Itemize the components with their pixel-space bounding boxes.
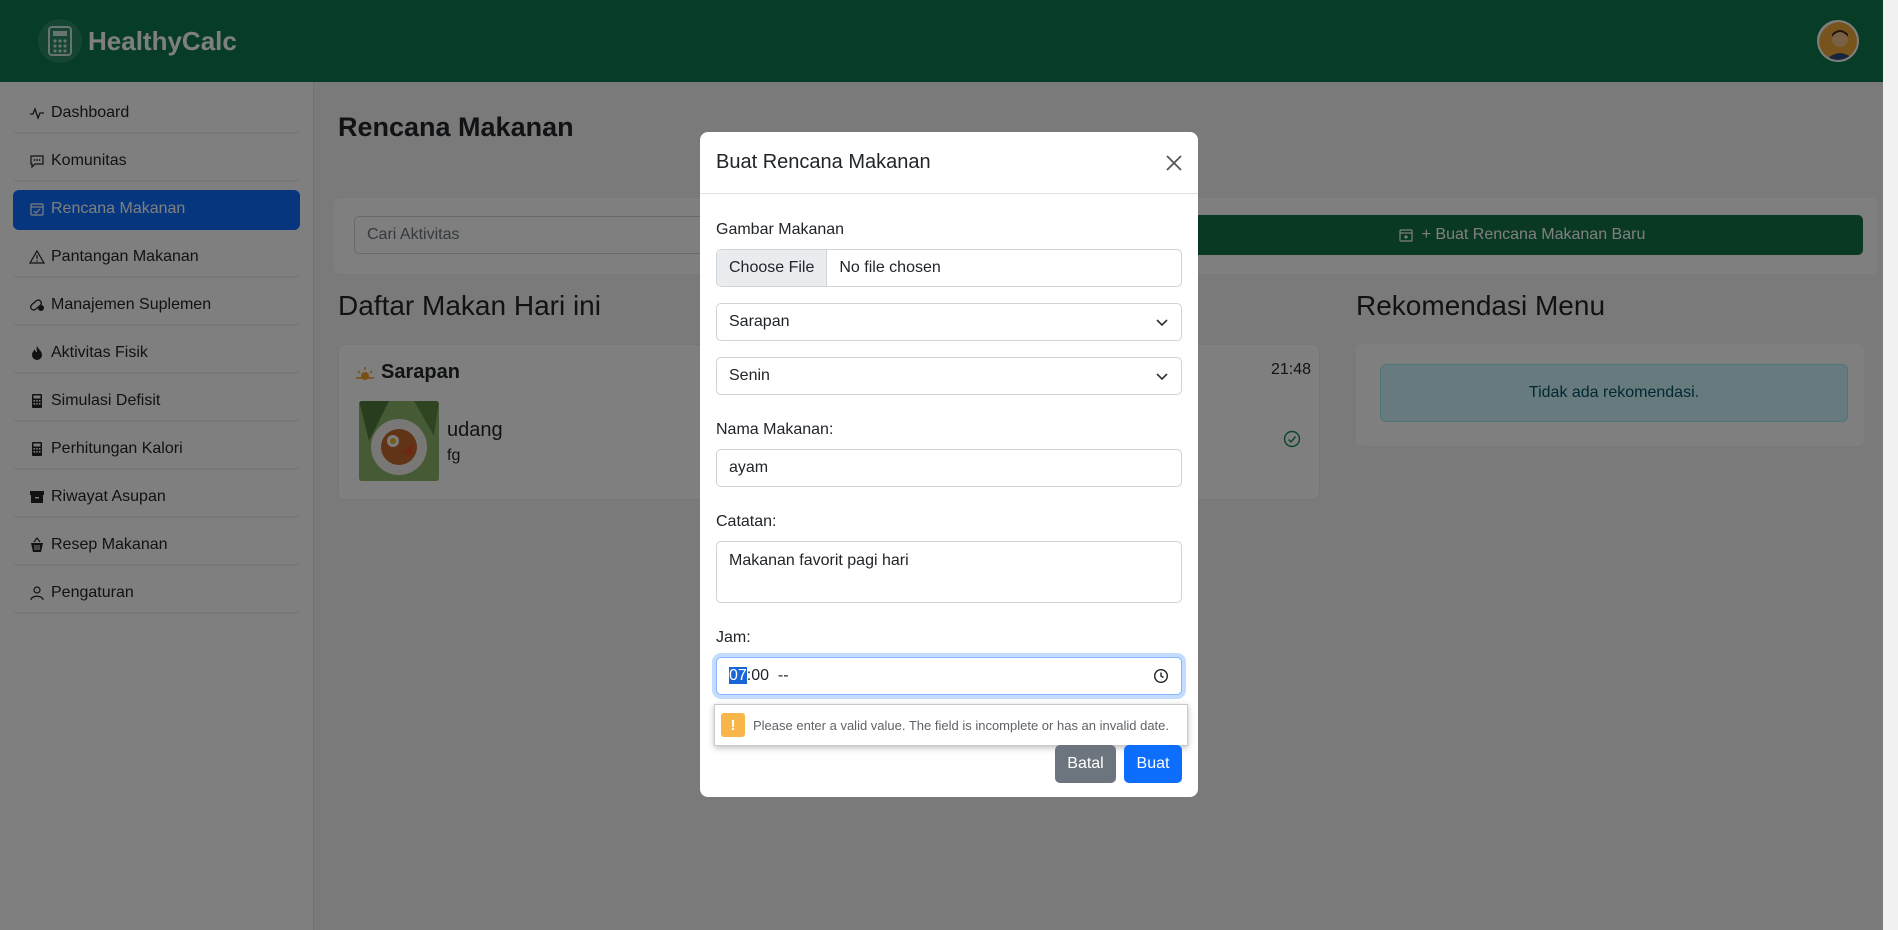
meal-type-select[interactable]: Sarapan	[716, 303, 1182, 341]
clock-icon[interactable]	[1153, 668, 1169, 684]
modal-header: Buat Rencana Makanan	[700, 132, 1198, 194]
image-label: Gambar Makanan	[716, 221, 845, 238]
image-file-input[interactable]: Choose File No file chosen	[716, 249, 1182, 287]
time-hour-segment[interactable]: 07	[729, 667, 747, 684]
create-meal-plan-modal: Buat Rencana Makanan Gambar Makanan Choo…	[700, 132, 1198, 797]
chevron-down-icon	[1156, 319, 1168, 327]
food-name-input[interactable]: ayam	[716, 449, 1182, 487]
close-icon[interactable]	[1162, 151, 1186, 175]
warning-icon: !	[721, 713, 745, 737]
food-name-label: Nama Makanan:	[716, 421, 834, 438]
file-status: No file chosen	[839, 259, 941, 276]
modal-title: Buat Rencana Makanan	[716, 151, 931, 173]
time-value: 07:00 --	[729, 667, 789, 685]
cancel-button[interactable]: Batal	[1055, 745, 1116, 783]
validation-tooltip: ! Please enter a valid value. The field …	[714, 704, 1188, 746]
time-input[interactable]: 07:00 --	[716, 657, 1182, 695]
choose-file-button[interactable]: Choose File	[717, 250, 828, 286]
validation-message: Please enter a valid value. The field is…	[753, 717, 1170, 733]
page-scrollbar[interactable]	[1883, 0, 1898, 930]
time-label: Jam:	[716, 629, 751, 646]
create-button[interactable]: Buat	[1124, 745, 1182, 783]
chevron-down-icon	[1156, 373, 1168, 381]
meal-type-value: Sarapan	[729, 313, 790, 330]
note-textarea[interactable]: Makanan favorit pagi hari	[716, 541, 1182, 603]
note-value: Makanan favorit pagi hari	[729, 552, 909, 569]
note-label: Catatan:	[716, 513, 777, 530]
day-select[interactable]: Senin	[716, 357, 1182, 395]
time-rest-segment[interactable]: :00 --	[747, 667, 789, 684]
day-value: Senin	[729, 367, 770, 384]
